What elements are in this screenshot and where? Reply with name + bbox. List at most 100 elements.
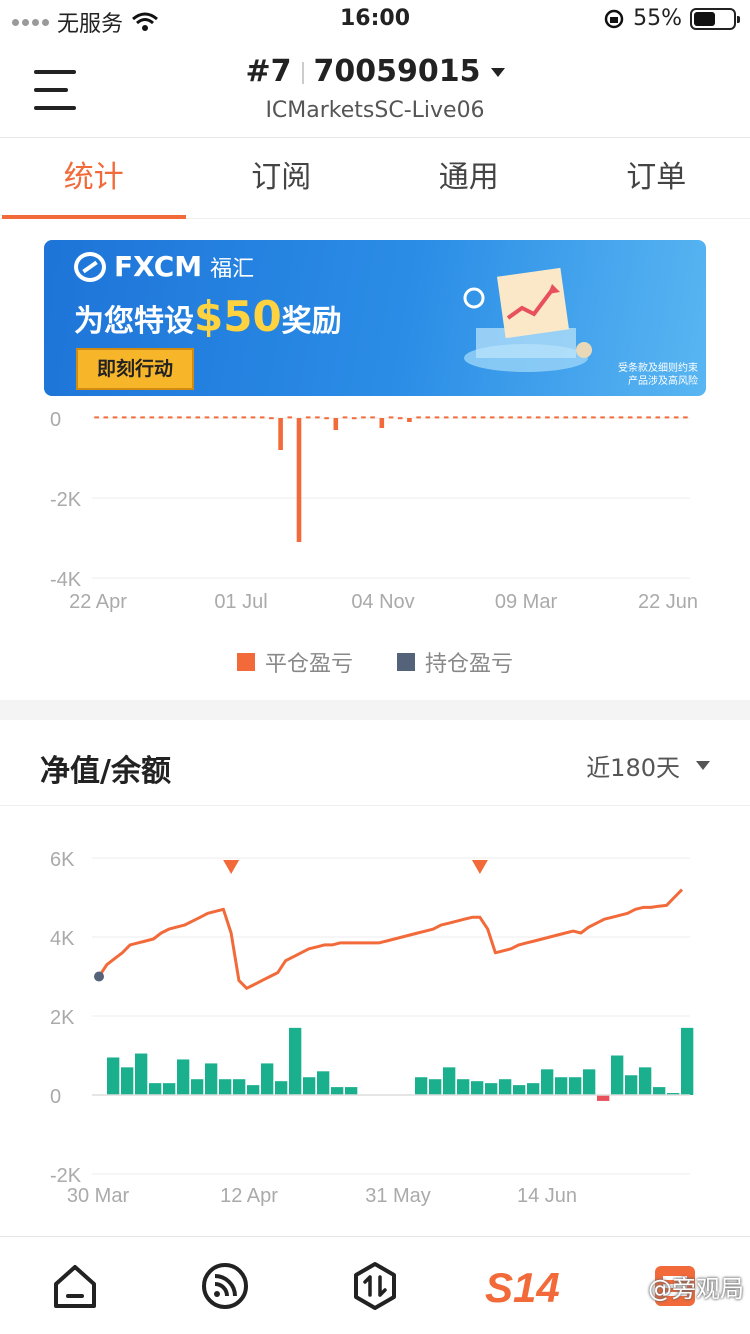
equity-bar bbox=[653, 1087, 666, 1095]
pnl-bar bbox=[600, 416, 605, 419]
pnl-bar bbox=[121, 416, 127, 419]
equity-bar bbox=[163, 1083, 176, 1095]
status-right: 55% bbox=[603, 6, 740, 31]
status-bar: 无服务 16:00 55% bbox=[0, 0, 750, 40]
pnl-bar bbox=[112, 416, 118, 419]
pnl-bar bbox=[637, 416, 642, 419]
range-select[interactable]: 近180天 bbox=[586, 748, 710, 783]
equity-title: 净值/余额 bbox=[40, 754, 171, 789]
equity-bar bbox=[191, 1079, 204, 1095]
equity-bar bbox=[415, 1077, 428, 1095]
chevron-down-icon bbox=[490, 68, 505, 77]
pnl-bar bbox=[305, 416, 311, 419]
pnl-x-tick-label: 01 Jul bbox=[214, 591, 267, 613]
tab-orders[interactable]: 订单 bbox=[563, 139, 750, 218]
pnl-bar bbox=[480, 416, 486, 419]
pnl-bar bbox=[131, 416, 136, 419]
promo-banner[interactable]: FXCM 福汇 为您特设$50奖励 即刻行动 受条款及细则约束 产品涉及高风险 bbox=[44, 240, 706, 396]
equity-bar bbox=[135, 1053, 148, 1095]
equity-bar bbox=[331, 1087, 344, 1095]
equity-bar bbox=[457, 1079, 470, 1095]
equity-x-tick-label: 14 Jun bbox=[517, 1185, 577, 1207]
equity-bar bbox=[513, 1085, 526, 1095]
pnl-bar bbox=[535, 416, 541, 419]
pnl-bar bbox=[213, 416, 219, 419]
trade-arrows-icon bbox=[354, 1261, 396, 1310]
equity-marker-icon bbox=[471, 860, 488, 874]
account-switcher[interactable]: #7 70059015 bbox=[0, 54, 750, 89]
pnl-bar bbox=[545, 416, 550, 419]
equity-y-tick-label: 4K bbox=[50, 928, 75, 950]
equity-bar bbox=[317, 1071, 330, 1095]
pnl-y-tick-label: 0 bbox=[50, 409, 61, 431]
equity-bar bbox=[485, 1083, 498, 1095]
banner-brand: FXCM bbox=[114, 250, 203, 283]
equity-bar bbox=[611, 1055, 624, 1095]
legend-swatch-open bbox=[397, 653, 415, 671]
fxcm-logo-icon bbox=[74, 251, 106, 282]
equity-bar bbox=[345, 1087, 358, 1095]
equity-bar bbox=[275, 1081, 288, 1095]
tab-subscribe[interactable]: 订阅 bbox=[188, 139, 376, 218]
tab-general[interactable]: 通用 bbox=[375, 139, 563, 218]
banner-cta-button[interactable]: 即刻行动 bbox=[76, 348, 194, 390]
nav-trade[interactable] bbox=[300, 1237, 450, 1334]
home-icon bbox=[54, 1264, 96, 1308]
pnl-bar-chart: 0 -2K -4K22 Apr 01 Jul 04 Nov 09 Mar 22 Jun bbox=[50, 409, 698, 613]
banner-logo: FXCM 福汇 bbox=[74, 250, 254, 283]
banner-fine-print-1: 受条款及细则约束 bbox=[618, 363, 698, 374]
equity-bar bbox=[625, 1075, 638, 1095]
equity-bar bbox=[289, 1027, 302, 1095]
range-label: 近180天 bbox=[586, 754, 680, 782]
tab-stats[interactable]: 统计 bbox=[0, 139, 188, 219]
rotation-lock-icon bbox=[604, 9, 624, 28]
equity-bar bbox=[261, 1063, 274, 1095]
nav-s14[interactable]: S14 bbox=[450, 1237, 600, 1334]
pnl-legend: 平仓盈亏 持仓盈亏 bbox=[0, 646, 750, 678]
pnl-bar bbox=[471, 416, 477, 419]
pnl-x-tick-label: 22 Jun bbox=[638, 591, 698, 613]
equity-bar bbox=[541, 1069, 554, 1095]
equity-bar bbox=[205, 1063, 218, 1095]
battery-percent: 55% bbox=[633, 6, 682, 31]
equity-bar bbox=[555, 1077, 568, 1095]
equity-bar bbox=[121, 1067, 134, 1095]
pnl-bar bbox=[397, 417, 403, 420]
pnl-bar bbox=[618, 416, 624, 419]
pnl-bar bbox=[94, 416, 99, 419]
app-header: #7 70059015 ICMarketsSC-Live06 bbox=[0, 40, 750, 138]
pnl-bar bbox=[324, 417, 329, 420]
pnl-bar bbox=[296, 418, 302, 542]
s14-logo-icon: S14 bbox=[485, 1264, 560, 1308]
equity-bar bbox=[569, 1077, 582, 1095]
equity-start-point bbox=[94, 971, 104, 982]
equity-bar bbox=[639, 1067, 652, 1095]
pnl-y-tick-label: -2K bbox=[50, 489, 82, 511]
pnl-bar bbox=[259, 416, 265, 419]
pnl-bar bbox=[664, 416, 670, 419]
pnl-bar bbox=[489, 416, 495, 419]
legend-item-open-pnl[interactable]: 持仓盈亏 bbox=[397, 646, 513, 678]
pnl-bar bbox=[241, 416, 247, 419]
nav-signals[interactable] bbox=[150, 1237, 300, 1334]
pnl-bar bbox=[407, 418, 412, 422]
equity-bar bbox=[303, 1077, 316, 1095]
pnl-x-tick-label: 09 Mar bbox=[495, 591, 558, 613]
pnl-y-tick-label: -4K bbox=[50, 569, 82, 591]
legend-item-closed-pnl[interactable]: 平仓盈亏 bbox=[236, 646, 353, 678]
pnl-bar bbox=[158, 416, 164, 419]
pnl-bar bbox=[591, 416, 596, 419]
pnl-bar bbox=[609, 416, 615, 419]
pnl-bar bbox=[388, 416, 394, 419]
pnl-bar bbox=[361, 416, 366, 419]
nav-home[interactable] bbox=[0, 1237, 150, 1334]
pnl-bar bbox=[177, 416, 182, 419]
bottom-nav: S14 @旁观局 bbox=[0, 1236, 750, 1334]
pnl-bar bbox=[572, 416, 578, 419]
pnl-bar bbox=[379, 418, 385, 428]
equity-x-tick-label: 12 Apr bbox=[220, 1185, 278, 1207]
equity-bar bbox=[429, 1079, 442, 1095]
pnl-bar bbox=[140, 416, 145, 419]
pnl-bar bbox=[425, 416, 431, 419]
equity-bar bbox=[219, 1079, 232, 1095]
